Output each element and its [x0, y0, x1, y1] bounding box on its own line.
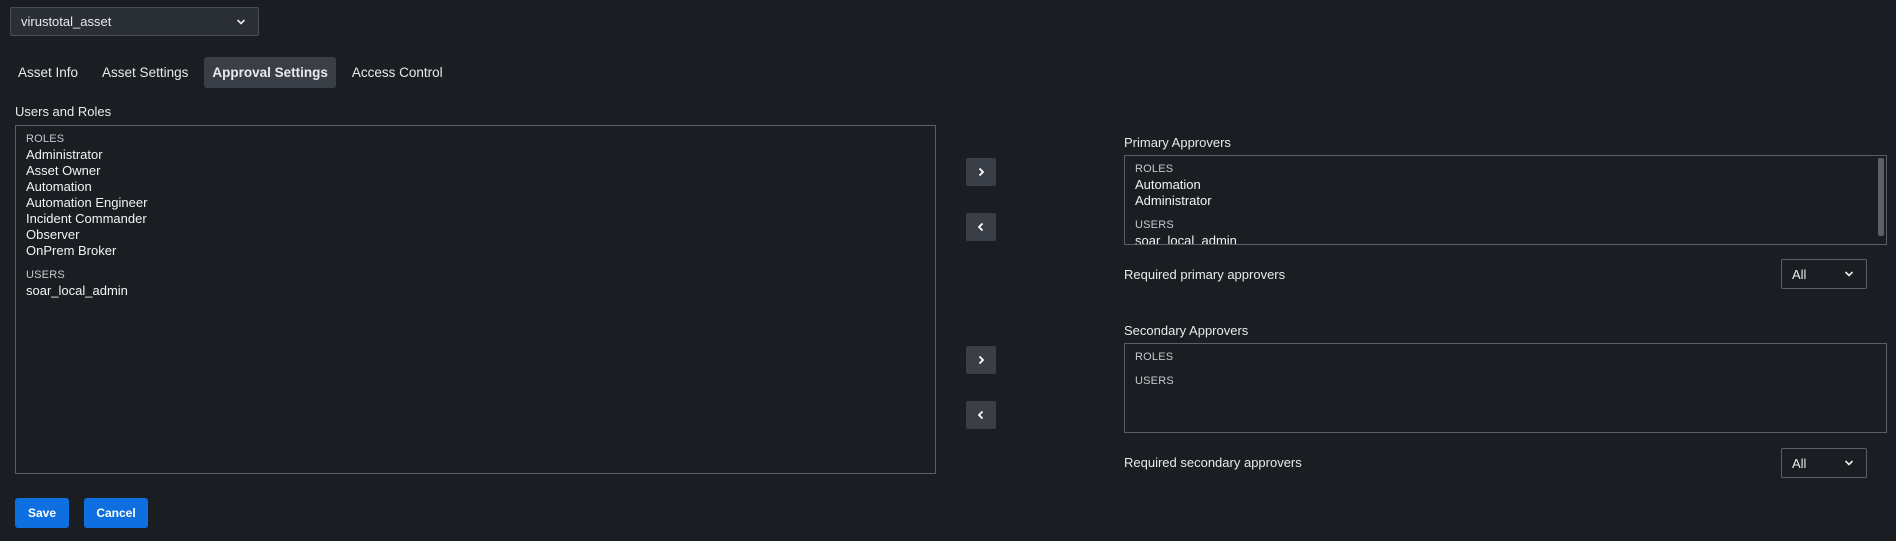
list-item[interactable]: Automation — [1135, 177, 1876, 193]
tab-asset-info[interactable]: Asset Info — [10, 57, 86, 88]
asset-select[interactable]: virustotal_asset — [10, 7, 259, 36]
chevron-down-icon — [234, 15, 248, 29]
secondary-approvers-label: Secondary Approvers — [1124, 323, 1249, 338]
add-secondary-button[interactable] — [966, 346, 996, 374]
required-primary-label: Required primary approvers — [1124, 267, 1286, 282]
list-item[interactable]: Asset Owner — [26, 163, 925, 179]
list-item[interactable]: Observer — [26, 227, 925, 243]
required-secondary-value: All — [1792, 455, 1807, 471]
required-primary-value: All — [1792, 266, 1807, 282]
chevron-down-icon — [1842, 456, 1856, 470]
required-secondary-label: Required secondary approvers — [1124, 455, 1302, 470]
list-item[interactable]: Administrator — [26, 147, 925, 163]
roles-group: ROLES Administrator Asset Owner Automati… — [26, 133, 925, 259]
list-item[interactable]: soar_local_admin — [26, 283, 925, 299]
list-item[interactable]: Incident Commander — [26, 211, 925, 227]
users-header: USERS — [1135, 375, 1174, 387]
users-and-roles-list[interactable]: ROLES Administrator Asset Owner Automati… — [15, 125, 936, 474]
list-item[interactable]: OnPrem Broker — [26, 243, 925, 259]
roles-header: ROLES — [1135, 351, 1174, 363]
tab-asset-settings[interactable]: Asset Settings — [94, 57, 196, 88]
users-header: USERS — [26, 269, 65, 281]
required-secondary-select[interactable]: All — [1781, 448, 1867, 478]
asset-select-value: virustotal_asset — [21, 14, 112, 29]
roles-group: ROLES — [1135, 351, 1876, 363]
list-item[interactable]: Automation Engineer — [26, 195, 925, 211]
roles-group: ROLES Automation Administrator — [1135, 163, 1876, 209]
cancel-button[interactable]: Cancel — [84, 498, 148, 528]
users-group: USERS soar_local_admin — [26, 269, 925, 299]
list-item[interactable]: Administrator — [1135, 193, 1876, 209]
tab-approval-settings[interactable]: Approval Settings — [204, 57, 336, 88]
chevron-down-icon — [1842, 267, 1856, 281]
add-primary-button[interactable] — [966, 158, 996, 186]
chevron-left-icon — [976, 408, 986, 423]
list-item[interactable]: Automation — [26, 179, 925, 195]
primary-approvers-label: Primary Approvers — [1124, 135, 1231, 150]
roles-header: ROLES — [26, 133, 65, 145]
scrollbar[interactable] — [1878, 158, 1884, 236]
primary-approvers-list[interactable]: ROLES Automation Administrator USERS soa… — [1124, 155, 1887, 245]
users-group: USERS — [1135, 375, 1876, 387]
users-header: USERS — [1135, 219, 1174, 231]
secondary-approvers-list[interactable]: ROLES USERS — [1124, 343, 1887, 433]
remove-primary-button[interactable] — [966, 213, 996, 241]
chevron-right-icon — [976, 353, 986, 368]
list-item[interactable]: soar_local_admin — [1135, 233, 1876, 244]
save-button[interactable]: Save — [15, 498, 69, 528]
users-group: USERS soar_local_admin — [1135, 219, 1876, 244]
tab-access-control[interactable]: Access Control — [344, 57, 451, 88]
chevron-left-icon — [976, 220, 986, 235]
users-and-roles-label: Users and Roles — [15, 104, 112, 119]
chevron-right-icon — [976, 165, 986, 180]
required-primary-select[interactable]: All — [1781, 259, 1867, 289]
roles-header: ROLES — [1135, 163, 1174, 175]
tab-bar: Asset Info Asset Settings Approval Setti… — [10, 57, 451, 88]
remove-secondary-button[interactable] — [966, 401, 996, 429]
approval-settings-page: virustotal_asset Asset Info Asset Settin… — [0, 0, 1896, 541]
